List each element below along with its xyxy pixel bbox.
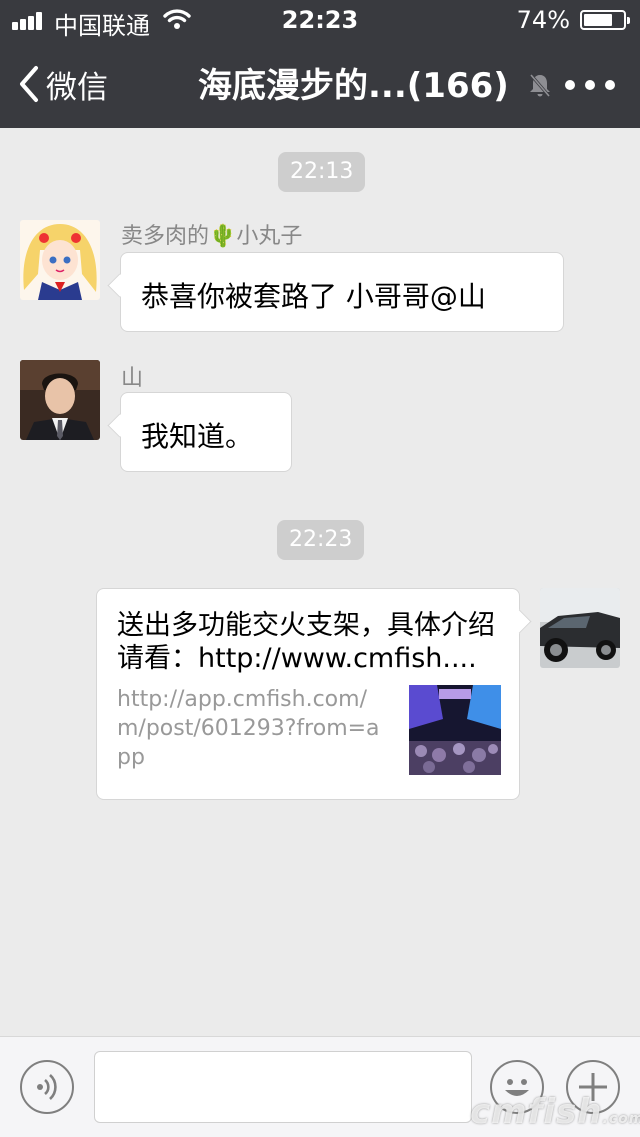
message-text: 恭喜你被套路了 小哥哥@山 — [141, 280, 486, 313]
avatar[interactable] — [20, 360, 100, 440]
top-bar: 中国联通 22:23 74% 微信 海底漫步的...(166) — [0, 0, 640, 128]
more-options-icon[interactable] — [565, 80, 615, 90]
link-thumbnail — [409, 685, 501, 775]
back-label: 微信 — [46, 69, 108, 106]
timestamp: 22:23 — [277, 520, 365, 560]
voice-button[interactable] — [20, 1060, 74, 1114]
muted-bell-icon — [529, 74, 551, 97]
voice-icon — [37, 1074, 57, 1100]
chevron-left-icon — [20, 66, 38, 102]
link-title: 送出多功能交火支架，具体介绍请看：http://www.cmfish.... — [117, 610, 495, 674]
link-url: http://app.cmfish.com/m/post/601293?from… — [117, 687, 380, 770]
sender-name: 卖多肉的🌵小丸子 — [121, 224, 303, 249]
message-text: 我知道。 — [141, 420, 254, 453]
watermark-text: cmfish — [470, 1092, 603, 1132]
message-input[interactable] — [94, 1051, 472, 1123]
status-bar: 中国联通 22:23 74% — [0, 0, 640, 40]
battery-percent: 74% — [516, 6, 570, 34]
link-card-bubble[interactable]: 送出多功能交火支架，具体介绍请看：http://www.cmfish.... h… — [96, 588, 520, 800]
message-bubble[interactable]: 我知道。 — [120, 392, 292, 472]
watermark-suffix: .com — [602, 1111, 640, 1127]
chat-title: 海底漫步的...(166) — [198, 66, 509, 106]
watermark: cmfish.com — [470, 1092, 640, 1132]
avatar[interactable] — [20, 220, 100, 300]
message-bubble[interactable]: 恭喜你被套路了 小哥哥@山 — [120, 252, 564, 332]
battery-icon — [580, 10, 630, 30]
sender-name: 山 — [121, 366, 144, 391]
avatar[interactable] — [540, 588, 620, 668]
back-button[interactable]: 微信 — [18, 62, 108, 106]
timestamp: 22:13 — [278, 152, 366, 192]
